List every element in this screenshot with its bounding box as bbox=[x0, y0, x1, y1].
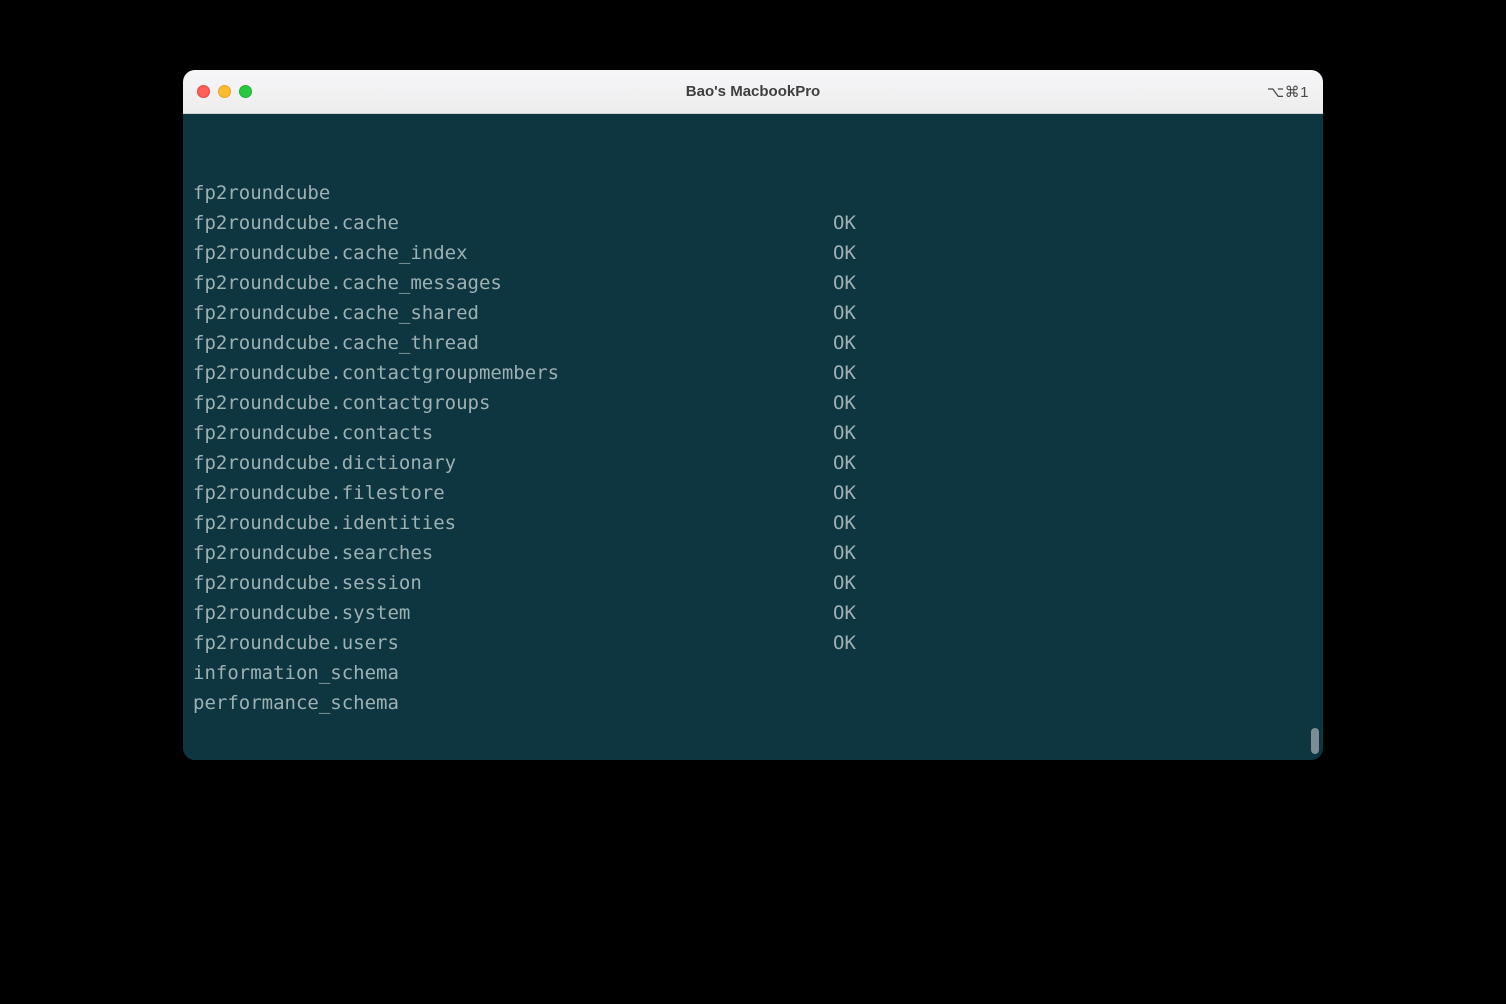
output-line: fp2roundcube.sessionOK bbox=[193, 568, 1313, 598]
table-status: OK bbox=[833, 298, 856, 328]
maximize-button[interactable] bbox=[239, 85, 252, 98]
table-status: OK bbox=[833, 268, 856, 298]
table-name: fp2roundcube.identities bbox=[193, 508, 833, 538]
table-name: fp2roundcube.searches bbox=[193, 538, 833, 568]
table-status: OK bbox=[833, 238, 856, 268]
traffic-lights bbox=[197, 85, 252, 98]
table-name: performance_schema bbox=[193, 688, 833, 718]
terminal-body[interactable]: fp2roundcubefp2roundcube.cacheOKfp2round… bbox=[183, 114, 1323, 760]
table-status: OK bbox=[833, 538, 856, 568]
table-name: fp2roundcube.contacts bbox=[193, 418, 833, 448]
output-line: fp2roundcube.cache_messagesOK bbox=[193, 268, 1313, 298]
table-name: fp2roundcube.dictionary bbox=[193, 448, 833, 478]
table-status: OK bbox=[833, 568, 856, 598]
output-line: fp2roundcube.searchesOK bbox=[193, 538, 1313, 568]
close-button[interactable] bbox=[197, 85, 210, 98]
output-line: fp2roundcube.contactgroupmembersOK bbox=[193, 358, 1313, 388]
table-status: OK bbox=[833, 628, 856, 658]
table-status: OK bbox=[833, 328, 856, 358]
output-line: performance_schema bbox=[193, 688, 1313, 718]
table-name: fp2roundcube.contactgroups bbox=[193, 388, 833, 418]
table-status: OK bbox=[833, 508, 856, 538]
table-name: fp2roundcube.contactgroupmembers bbox=[193, 358, 833, 388]
output-line: fp2roundcube.cacheOK bbox=[193, 208, 1313, 238]
table-status: OK bbox=[833, 388, 856, 418]
table-name: fp2roundcube.cache_thread bbox=[193, 328, 833, 358]
output-line: fp2roundcube.cache_sharedOK bbox=[193, 298, 1313, 328]
table-name: fp2roundcube.cache bbox=[193, 208, 833, 238]
scrollbar-thumb[interactable] bbox=[1311, 728, 1319, 754]
table-name: fp2roundcube.users bbox=[193, 628, 833, 658]
window-title: Bao's MacbookPro bbox=[686, 83, 820, 100]
terminal-window: Bao's MacbookPro ⌥⌘1 fp2roundcubefp2roun… bbox=[183, 70, 1323, 760]
table-status: OK bbox=[833, 598, 856, 628]
table-status: OK bbox=[833, 208, 856, 238]
output-line: fp2roundcube.filestoreOK bbox=[193, 478, 1313, 508]
table-name: fp2roundcube.system bbox=[193, 598, 833, 628]
window-shortcut: ⌥⌘1 bbox=[1267, 83, 1309, 101]
output-line: fp2roundcube bbox=[193, 178, 1313, 208]
output-line: fp2roundcube.usersOK bbox=[193, 628, 1313, 658]
table-status: OK bbox=[833, 448, 856, 478]
output-line: information_schema bbox=[193, 658, 1313, 688]
output-line: fp2roundcube.contactsOK bbox=[193, 418, 1313, 448]
table-status: OK bbox=[833, 478, 856, 508]
output-line: fp2roundcube.dictionaryOK bbox=[193, 448, 1313, 478]
table-name: information_schema bbox=[193, 658, 833, 688]
table-name: fp2roundcube.cache_messages bbox=[193, 268, 833, 298]
table-name: fp2roundcube.session bbox=[193, 568, 833, 598]
titlebar[interactable]: Bao's MacbookPro ⌥⌘1 bbox=[183, 70, 1323, 114]
table-status: OK bbox=[833, 418, 856, 448]
output-line: fp2roundcube.identitiesOK bbox=[193, 508, 1313, 538]
output-line: fp2roundcube.cache_threadOK bbox=[193, 328, 1313, 358]
table-name: fp2roundcube.cache_index bbox=[193, 238, 833, 268]
table-name: fp2roundcube.cache_shared bbox=[193, 298, 833, 328]
output-line: fp2roundcube.contactgroupsOK bbox=[193, 388, 1313, 418]
output-line: fp2roundcube.cache_indexOK bbox=[193, 238, 1313, 268]
output-line: fp2roundcube.systemOK bbox=[193, 598, 1313, 628]
table-status: OK bbox=[833, 358, 856, 388]
table-name: fp2roundcube.filestore bbox=[193, 478, 833, 508]
minimize-button[interactable] bbox=[218, 85, 231, 98]
table-name: fp2roundcube bbox=[193, 178, 833, 208]
